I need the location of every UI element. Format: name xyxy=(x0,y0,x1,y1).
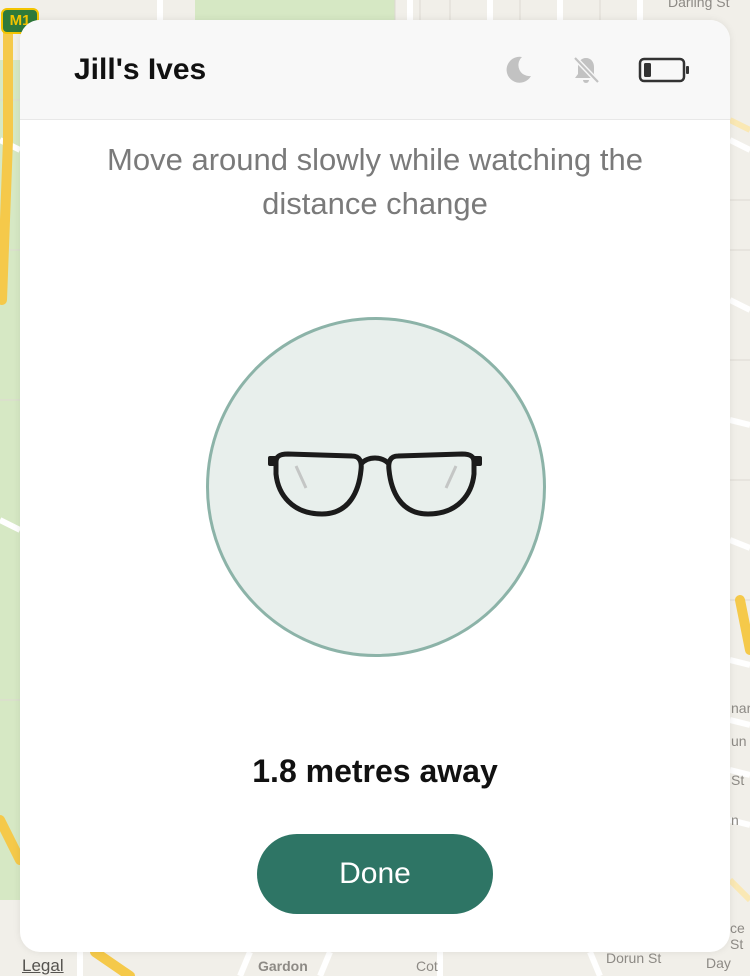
street-label: Cot xyxy=(416,958,438,974)
street-label: Darling St xyxy=(668,0,730,10)
distance-readout: 1.8 metres away xyxy=(252,753,498,789)
instructions-text: Move around slowly while watching the di… xyxy=(107,142,643,221)
done-button[interactable]: Done xyxy=(257,834,493,914)
legal-link[interactable]: Legal xyxy=(22,956,64,976)
street-label: Dorun St xyxy=(606,950,662,966)
street-label: nar xyxy=(731,700,750,716)
glasses-icon xyxy=(266,444,484,529)
moon-icon xyxy=(502,54,534,91)
battery-low-icon xyxy=(638,56,692,89)
street-label: un xyxy=(731,733,747,749)
street-label: ce St xyxy=(730,920,745,952)
street-label: Gardon xyxy=(258,958,308,974)
street-label: n xyxy=(731,812,739,828)
street-label: Day xyxy=(706,955,731,971)
device-name: Jill's Ives xyxy=(74,53,207,86)
card-header: Jill's Ives xyxy=(20,20,730,120)
bell-slash-icon xyxy=(570,54,602,91)
find-item-card: Jill's Ives Move around slowly while wat… xyxy=(20,20,730,952)
street-label: St xyxy=(731,772,745,788)
